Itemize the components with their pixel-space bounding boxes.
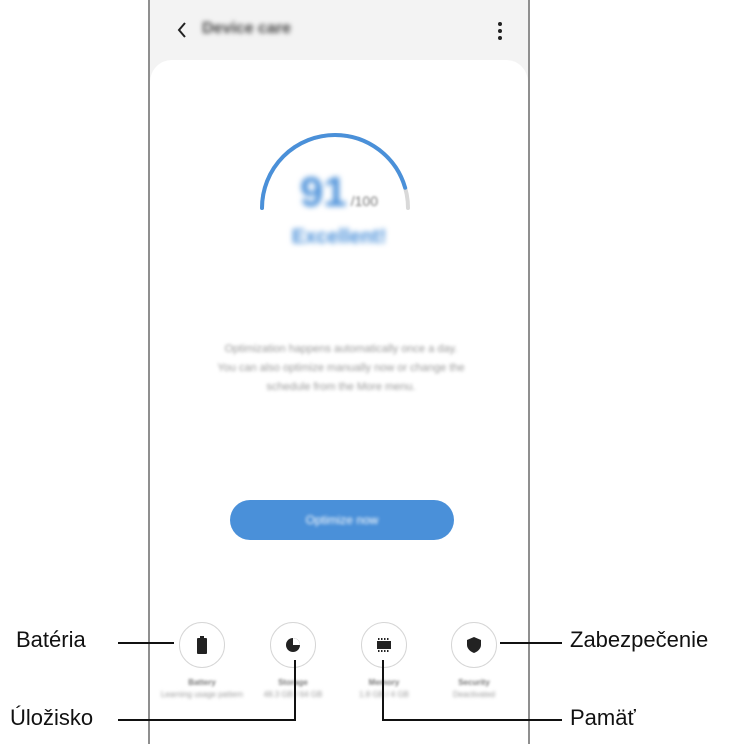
category-name: Battery: [188, 678, 216, 687]
callout-battery: Batéria: [16, 627, 86, 652]
shield-icon: [451, 622, 497, 668]
phone-screen: Device care 91/100 Excellent! Optimizati…: [148, 0, 530, 744]
category-security[interactable]: Security Deactivated: [428, 622, 520, 732]
callout-line-storage-v: [294, 660, 296, 721]
category-status: Deactivated: [452, 690, 496, 699]
category-status: Learning usage pattern: [160, 690, 244, 699]
score-display: 91/100: [150, 168, 528, 216]
callout-line-security: [500, 642, 562, 644]
more-options-icon[interactable]: [492, 20, 508, 42]
callout-security: Zabezpečenie: [570, 627, 709, 652]
description-line: schedule from the More menu.: [266, 381, 416, 393]
callout-memory: Pamäť: [570, 705, 636, 730]
category-status: 1.8 GB / 4 GB: [359, 690, 409, 699]
category-memory[interactable]: Memory 1.8 GB / 4 GB: [338, 622, 430, 732]
optimization-description: Optimization happens automatically once …: [188, 340, 494, 397]
callout-line-memory-h: [382, 719, 562, 721]
storage-pie-icon: [270, 622, 316, 668]
optimize-now-label: Optimize now: [305, 513, 379, 527]
optimize-now-button[interactable]: Optimize now: [230, 500, 454, 540]
score-status: Excellent!: [291, 226, 387, 248]
description-line: You can also optimize manually now or ch…: [217, 362, 465, 374]
memory-chip-icon: [361, 622, 407, 668]
callout-line-memory-v: [382, 660, 384, 721]
app-bar: Device care: [150, 0, 528, 60]
device-care-card: 91/100 Excellent! Optimization happens a…: [150, 60, 528, 744]
back-arrow-icon[interactable]: [172, 18, 192, 42]
score-max: /100: [350, 193, 378, 209]
category-name: Security: [458, 678, 490, 687]
category-status: 48.3 GB / 64 GB: [263, 690, 323, 699]
category-storage[interactable]: Storage 48.3 GB / 64 GB: [247, 622, 339, 732]
category-name: Memory: [368, 678, 400, 687]
callout-line-storage-h: [118, 719, 296, 721]
page-title: Device care: [202, 20, 291, 37]
category-battery[interactable]: Battery Learning usage pattern: [156, 622, 248, 732]
battery-icon: [179, 622, 225, 668]
callout-line-battery: [118, 642, 174, 644]
score-value: 91: [300, 168, 347, 215]
callout-storage: Úložisko: [10, 705, 94, 730]
description-line: Optimization happens automatically once …: [224, 343, 458, 355]
category-name: Storage: [278, 678, 308, 687]
